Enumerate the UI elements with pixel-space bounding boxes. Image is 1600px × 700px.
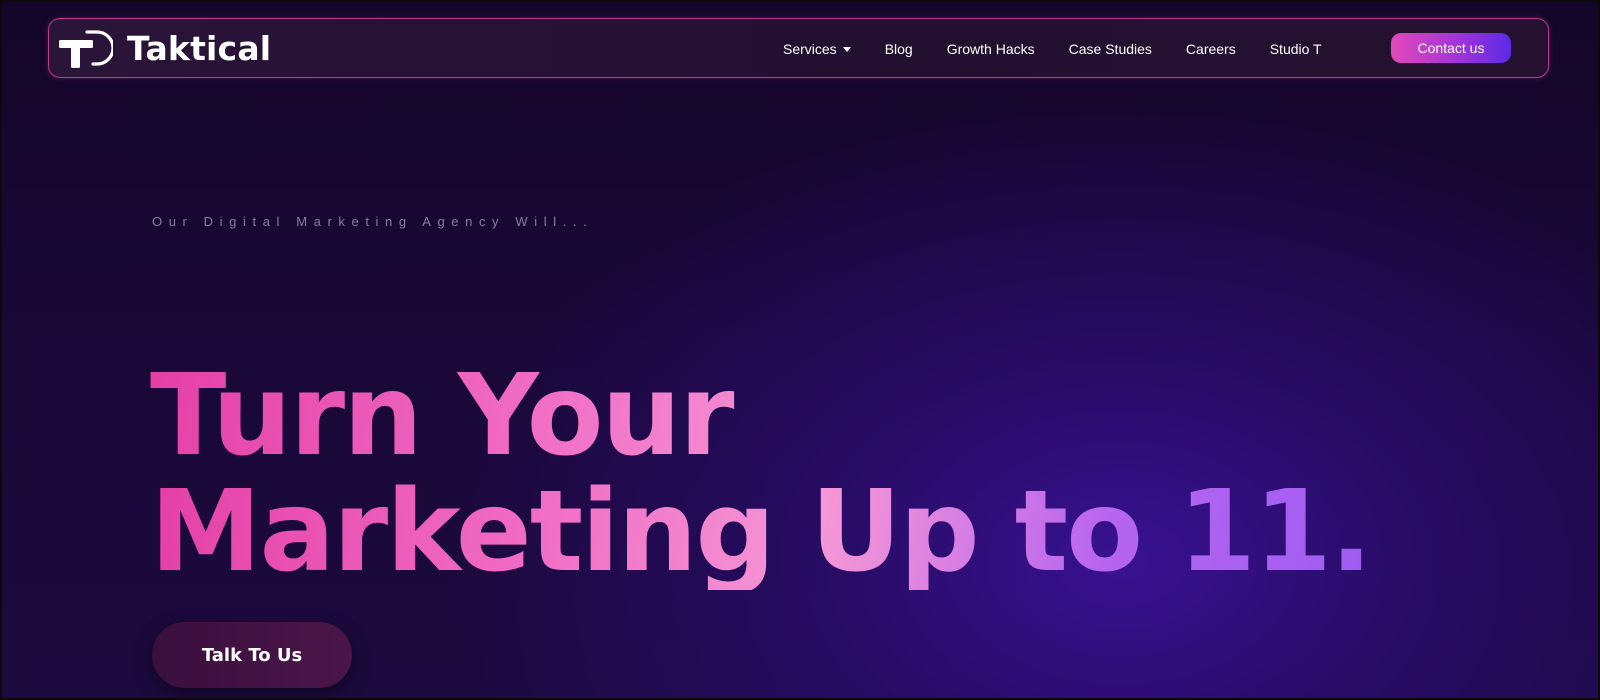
brand-name: Taktical — [127, 29, 272, 68]
nav-item-label: Growth Hacks — [946, 41, 1035, 57]
taktical-t-logo-icon — [57, 26, 115, 72]
chevron-down-icon — [842, 46, 851, 52]
hero-headline: Turn Your Marketing Up to 11. — [150, 358, 1373, 597]
page: Taktical Services Blog Growth Hacks Case… — [0, 0, 1600, 700]
nav-item-services[interactable]: Services — [783, 41, 851, 57]
talk-to-us-button[interactable]: Talk To Us — [152, 622, 352, 688]
nav-item-blog[interactable]: Blog — [885, 41, 913, 57]
nav-item-studio-t[interactable]: Studio T — [1270, 41, 1322, 57]
nav-item-label: Services — [783, 41, 837, 57]
nav-item-label: Blog — [884, 41, 913, 57]
nav-item-label: Studio T — [1269, 41, 1322, 57]
brand-logo[interactable]: Taktical — [57, 26, 271, 72]
nav-item-label: Careers — [1185, 41, 1236, 57]
hero-headline-line-1: Turn Your — [150, 358, 1371, 474]
contact-us-button[interactable]: Contact us — [1391, 33, 1511, 63]
nav-item-label: Case Studies — [1068, 41, 1152, 57]
nav-links: Services Blog Growth Hacks Case Studies … — [783, 19, 1356, 79]
hero-eyebrow: Our Digital Marketing Agency Will... — [152, 214, 594, 229]
hero-headline-line-2: Marketing Up to 11. — [150, 467, 1373, 597]
nav-item-case-studies[interactable]: Case Studies — [1069, 41, 1152, 57]
nav-item-growth-hacks[interactable]: Growth Hacks — [947, 41, 1035, 57]
top-navbar: Taktical Services Blog Growth Hacks Case… — [48, 18, 1549, 78]
nav-item-careers[interactable]: Careers — [1186, 41, 1236, 57]
